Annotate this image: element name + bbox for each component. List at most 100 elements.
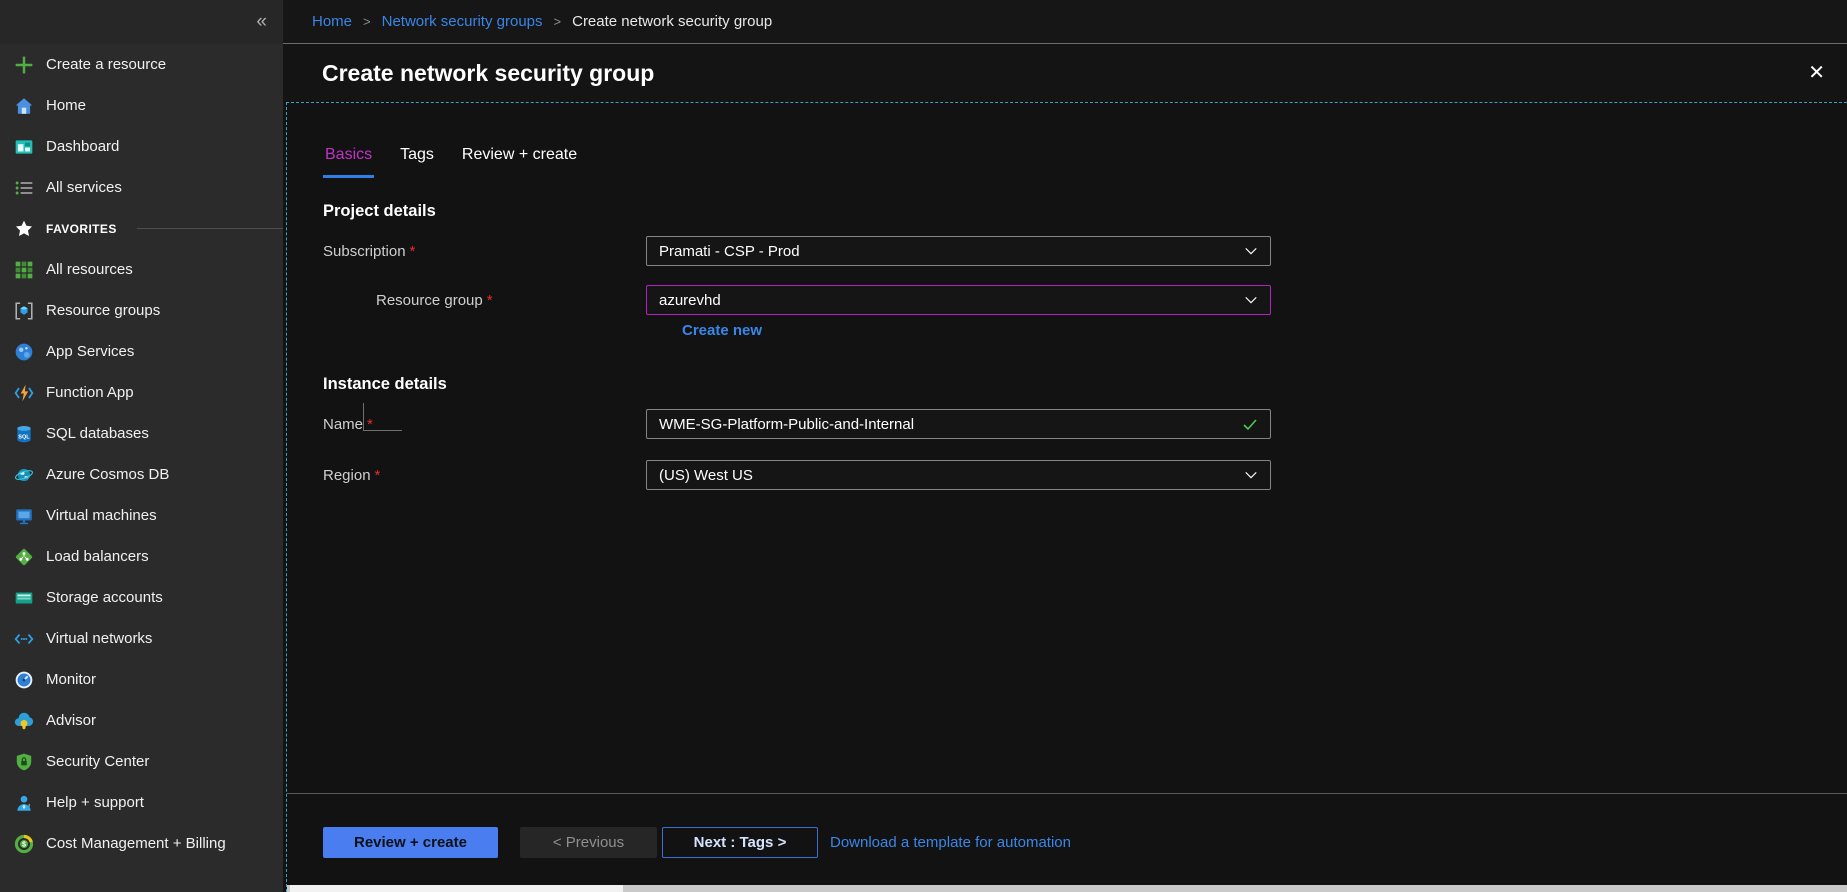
sidebar-item-label: Monitor (46, 671, 96, 688)
sidebar-item-sql-databases[interactable]: SQL SQL databases (0, 413, 283, 454)
home-icon (14, 96, 34, 116)
sidebar-item-label: Azure Cosmos DB (46, 466, 169, 483)
sidebar-item-advisor[interactable]: Advisor (0, 700, 283, 741)
tab-tags[interactable]: Tags (398, 146, 436, 178)
title-bar: Create network security group ✕ (283, 44, 1847, 102)
collapse-icon: « (256, 11, 267, 33)
breadcrumb-link-network-security-groups[interactable]: Network security groups (382, 13, 543, 30)
breadcrumb-separator: > (554, 14, 562, 29)
sidebar-item-app-services[interactable]: App Services (0, 331, 283, 372)
star-icon (14, 219, 34, 239)
sidebar-item-label: Dashboard (46, 138, 119, 155)
sidebar-item-cost-management-billing[interactable]: $ Cost Management + Billing (0, 823, 283, 864)
sidebar-item-all-services[interactable]: All services (0, 167, 283, 208)
sidebar: « Create a resource Home Dashboard All serv… (0, 0, 283, 892)
subscription-select[interactable]: Pramati - CSP - Prod (646, 236, 1271, 266)
sidebar-item-label: App Services (46, 343, 134, 360)
plus-icon (14, 55, 34, 75)
sidebar-item-label: Function App (46, 384, 134, 401)
region-value: (US) West US (659, 467, 753, 484)
storage-accounts-icon (14, 588, 34, 608)
sidebar-item-create-a-resource[interactable]: Create a resource (0, 44, 283, 85)
sidebar-item-all-resources[interactable]: All resources (0, 249, 283, 290)
name-row: Name* WME-SG-Platform-Public-and-Interna… (323, 409, 1847, 439)
scrollbar-thumb[interactable] (290, 885, 623, 892)
sidebar-item-help-support[interactable]: Help + support (0, 782, 283, 823)
sidebar-item-azure-cosmos-db[interactable]: Azure Cosmos DB (0, 454, 283, 495)
all-resources-icon (14, 260, 34, 280)
download-template-link[interactable]: Download a template for automation (830, 834, 1071, 851)
required-asterisk: * (367, 416, 373, 433)
breadcrumb-separator: > (363, 14, 371, 29)
load-balancers-icon (14, 547, 34, 567)
sidebar-item-storage-accounts[interactable]: Storage accounts (0, 577, 283, 618)
subscription-value: Pramati - CSP - Prod (659, 243, 800, 260)
previous-button[interactable]: < Previous (520, 827, 657, 858)
sidebar-item-virtual-networks[interactable]: Virtual networks (0, 618, 283, 659)
tab-bar: Basics Tags Review + create (323, 146, 1847, 178)
sidebar-item-label: All services (46, 179, 122, 196)
sidebar-item-dashboard[interactable]: Dashboard (0, 126, 283, 167)
monitor-icon (14, 670, 34, 690)
chevron-down-icon (1244, 244, 1258, 258)
dashboard-icon (14, 137, 34, 157)
resource-group-select[interactable]: azurevhd (646, 285, 1271, 315)
sidebar-item-label: Cost Management + Billing (46, 835, 226, 852)
sidebar-item-load-balancers[interactable]: Load balancers (0, 536, 283, 577)
resource-group-label: Resource group* (323, 292, 646, 309)
sidebar-item-label: Create a resource (46, 56, 166, 73)
sidebar-item-label: Advisor (46, 712, 96, 729)
sidebar-item-label: Load balancers (46, 548, 149, 565)
check-icon (1242, 416, 1258, 432)
create-nsg-panel: Basics Tags Review + create Project detail… (286, 102, 1847, 892)
required-asterisk: * (375, 467, 381, 484)
create-new-link[interactable]: Create new (682, 322, 762, 339)
subscription-label: Subscription* (323, 243, 646, 260)
sidebar-section-favorites: FAVORITES (0, 208, 283, 249)
sidebar-item-security-center[interactable]: Security Center (0, 741, 283, 782)
sidebar-item-label: Storage accounts (46, 589, 163, 606)
app-services-icon (14, 342, 34, 362)
virtual-machines-icon (14, 506, 34, 526)
virtual-networks-icon (14, 629, 34, 649)
name-value: WME-SG-Platform-Public-and-Internal (659, 416, 914, 433)
function-app-icon (14, 383, 34, 403)
horizontal-scrollbar[interactable] (287, 885, 1847, 892)
chevron-down-icon (1244, 293, 1258, 307)
wizard-footer: Review + create < Previous Next : Tags >… (287, 793, 1847, 858)
review-create-button[interactable]: Review + create (323, 827, 498, 858)
name-input[interactable]: WME-SG-Platform-Public-and-Internal (646, 409, 1271, 439)
cosmos-db-icon (14, 465, 34, 485)
required-asterisk: * (410, 243, 416, 260)
close-icon[interactable]: ✕ (1808, 63, 1825, 83)
tab-basics[interactable]: Basics (323, 146, 374, 178)
sidebar-item-label: Help + support (46, 794, 144, 811)
subscription-row: Subscription* Pramati - CSP - Prod (323, 236, 1847, 266)
sidebar-collapse-button[interactable]: « (0, 0, 283, 44)
next-tags-button[interactable]: Next : Tags > (662, 827, 818, 858)
sidebar-item-label: SQL databases (46, 425, 149, 442)
sidebar-item-label: Resource groups (46, 302, 160, 319)
sidebar-item-label: Home (46, 97, 86, 114)
chevron-down-icon (1244, 468, 1258, 482)
svg-text:$: $ (22, 839, 26, 848)
region-select[interactable]: (US) West US (646, 460, 1271, 490)
breadcrumb-current-create-network-security-group: Create network security group (572, 13, 772, 30)
sidebar-item-resource-groups[interactable]: Resource groups (0, 290, 283, 331)
resource-group-value: azurevhd (659, 292, 721, 309)
project-details-heading: Project details (323, 202, 1847, 221)
page-title: Create network security group (322, 60, 1808, 87)
sidebar-item-function-app[interactable]: Function App (0, 372, 283, 413)
breadcrumb-link-home[interactable]: Home (312, 13, 352, 30)
security-center-icon (14, 752, 34, 772)
sql-databases-icon: SQL (14, 424, 34, 444)
sidebar-item-monitor[interactable]: Monitor (0, 659, 283, 700)
sidebar-nav: Create a resource Home Dashboard All servic… (0, 44, 283, 864)
tab-review-create[interactable]: Review + create (460, 146, 579, 178)
sidebar-item-virtual-machines[interactable]: Virtual machines (0, 495, 283, 536)
sidebar-item-label: All resources (46, 261, 133, 278)
all-services-icon (14, 178, 34, 198)
sidebar-item-home[interactable]: Home (0, 85, 283, 126)
region-label: Region* (323, 467, 646, 484)
advisor-icon (14, 711, 34, 731)
